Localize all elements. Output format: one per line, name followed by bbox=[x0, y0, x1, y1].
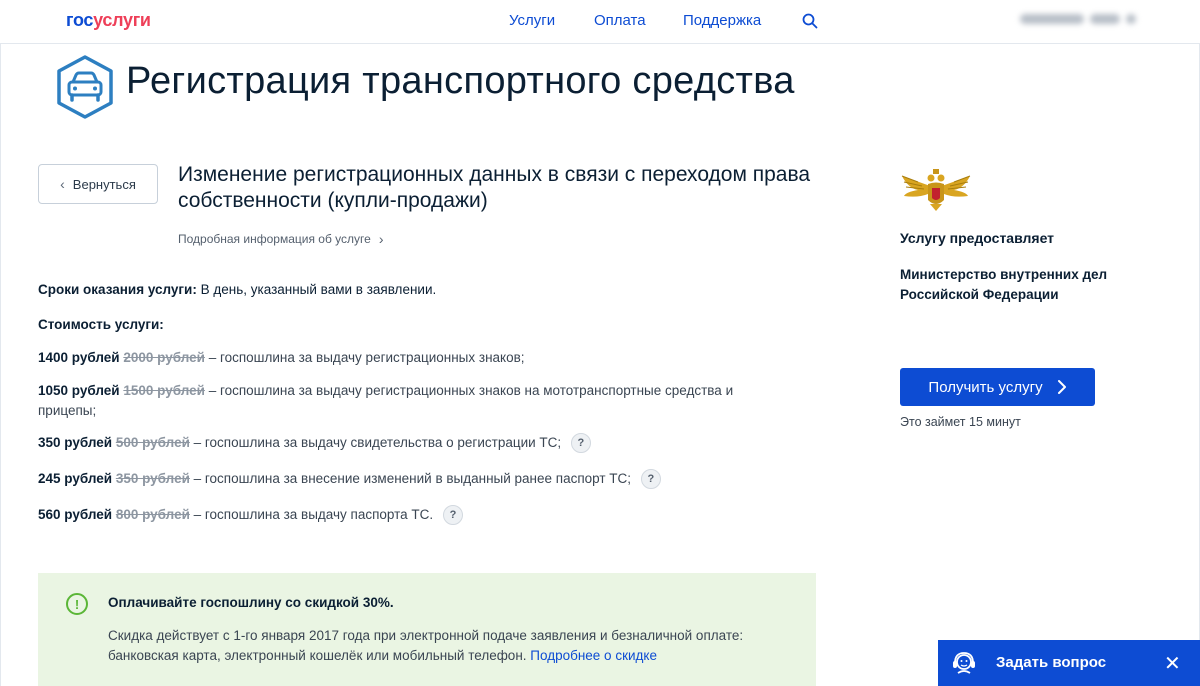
discount-notice: ! Оплачивайте госпошлину со скидкой 30%.… bbox=[38, 573, 816, 686]
fee-description: – госпошлина за внесение изменений в выд… bbox=[193, 471, 632, 486]
logo-part-uslugi: услуги bbox=[93, 10, 151, 30]
page-title: Регистрация транспортного средства bbox=[126, 60, 795, 102]
fee-old-price: 1500 рублей bbox=[123, 383, 205, 398]
terms-line: Сроки оказания услуги: В день, указанный… bbox=[38, 280, 436, 300]
logo-part-gos: гос bbox=[66, 10, 94, 30]
cost-label: Стоимость услуги: bbox=[38, 315, 164, 335]
get-service-label: Получить услугу bbox=[928, 378, 1043, 396]
provider-name: Министерство внутренних дел Российской Ф… bbox=[900, 267, 1108, 302]
ask-question-widget[interactable]: Задать вопрос ✕ bbox=[938, 640, 1200, 686]
terms-label: Сроки оказания услуги: bbox=[38, 282, 197, 297]
fee-old-price: 350 рублей bbox=[115, 471, 190, 486]
fee-row: 245 рублей 350 рублей – госпошлина за вн… bbox=[38, 469, 661, 490]
fee-price: 1400 рублей bbox=[38, 350, 120, 365]
exclamation-icon: ! bbox=[66, 593, 88, 615]
search-icon[interactable] bbox=[801, 12, 819, 30]
ask-question-label: Задать вопрос bbox=[996, 654, 1107, 671]
help-icon[interactable]: ? bbox=[640, 469, 661, 490]
time-note: Это займет 15 минут bbox=[900, 415, 1021, 429]
fee-description: – госпошлина за выдачу свидетельства о р… bbox=[193, 435, 562, 450]
top-header: госуслуги Услуги Оплата Поддержка bbox=[0, 0, 1200, 44]
gosuslugi-logo[interactable]: госуслуги bbox=[66, 10, 151, 31]
terms-value: В день, указанный вами в заявлении. bbox=[200, 282, 437, 297]
get-service-button[interactable]: Получить услугу bbox=[900, 368, 1095, 406]
chevron-right-icon bbox=[1057, 380, 1066, 394]
user-menu-blurred[interactable] bbox=[1020, 12, 1138, 26]
chevron-left-icon: ‹ bbox=[60, 176, 65, 192]
fee-description: – госпошлина за выдачу регистрационных з… bbox=[208, 383, 734, 398]
fee-row: 1050 рублей 1500 рублей – госпошлина за … bbox=[38, 381, 798, 421]
discount-link[interactable]: Подробнее о скидке bbox=[530, 648, 657, 663]
service-title: Изменение регистрационных данных в связи… bbox=[178, 163, 811, 212]
cost-label-text: Стоимость услуги: bbox=[38, 317, 164, 332]
discount-text: Скидка действует с 1-го января 2017 года… bbox=[108, 626, 788, 666]
more-info-link[interactable]: Подробная информация об услуге › bbox=[178, 231, 383, 247]
fee-price: 560 рублей bbox=[38, 507, 113, 522]
car-icon bbox=[57, 55, 113, 119]
fee-price: 245 рублей bbox=[38, 471, 113, 486]
fee-price: 1050 рублей bbox=[38, 383, 120, 398]
fee-description: – госпошлина за выдачу регистрационных з… bbox=[208, 350, 525, 365]
fee-description-cont: прицепы; bbox=[38, 403, 97, 418]
fee-description: – госпошлина за выдачу паспорта ТС. bbox=[193, 507, 434, 522]
fee-old-price: 2000 рублей bbox=[123, 350, 205, 365]
nav-support[interactable]: Поддержка bbox=[683, 12, 761, 29]
back-button-label: Вернуться bbox=[72, 176, 136, 192]
close-icon[interactable]: ✕ bbox=[1164, 651, 1181, 676]
fee-row: 1400 рублей 2000 рублей – госпошлина за … bbox=[38, 348, 525, 368]
fee-old-price: 800 рублей bbox=[115, 507, 190, 522]
chevron-right-icon: › bbox=[378, 231, 384, 247]
fee-row: 350 рублей 500 рублей – госпошлина за вы… bbox=[38, 433, 591, 454]
help-icon[interactable]: ? bbox=[442, 505, 463, 526]
more-info-label: Подробная информация об услуге bbox=[178, 232, 371, 246]
support-agent-icon bbox=[953, 652, 975, 674]
fee-old-price: 500 рублей bbox=[115, 435, 190, 450]
nav-services[interactable]: Услуги bbox=[509, 12, 555, 29]
help-icon[interactable]: ? bbox=[570, 433, 591, 454]
back-button[interactable]: ‹ Вернуться bbox=[38, 164, 158, 204]
emblem-icon bbox=[901, 169, 971, 211]
fee-price: 350 рублей bbox=[38, 435, 113, 450]
fee-row: 560 рублей 800 рублей – госпошлина за вы… bbox=[38, 505, 463, 526]
nav-payment[interactable]: Оплата bbox=[594, 12, 646, 29]
provider-label: Услугу предоставляет bbox=[900, 230, 1055, 246]
discount-title: Оплачивайте госпошлину со скидкой 30%. bbox=[108, 595, 394, 610]
